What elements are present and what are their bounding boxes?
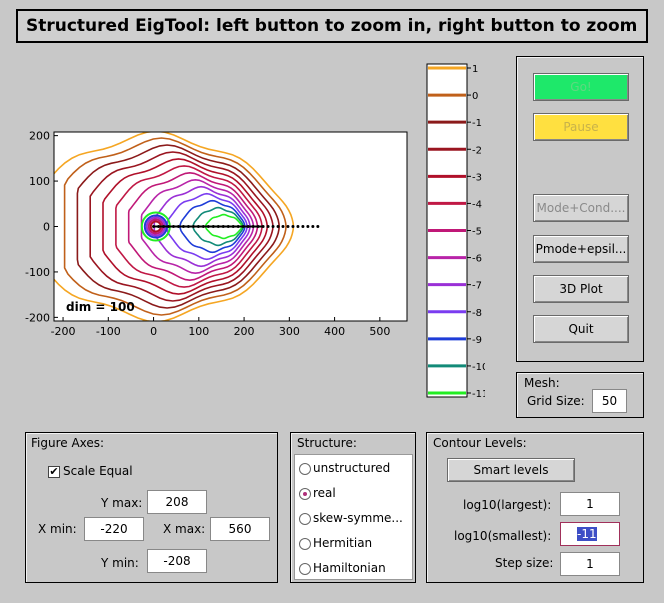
- structure-title: Structure:: [297, 436, 357, 450]
- ymin-input[interactable]: -208: [147, 549, 207, 573]
- eigenvalue-point: [311, 225, 315, 228]
- go-button[interactable]: Go!: [533, 73, 629, 101]
- xmin-input[interactable]: -220: [84, 517, 144, 541]
- x-tick-label: -200: [51, 325, 76, 338]
- colorbar-tick-label: -1: [472, 118, 482, 129]
- eigenvalue-point: [291, 225, 295, 228]
- y-tick-label: 200: [29, 130, 50, 143]
- eigenvalue-point: [306, 225, 310, 228]
- structure-option-hermitian[interactable]: Hermitian: [299, 536, 372, 550]
- pseudospectra-plot[interactable]: -200 -100 0 100 200 300 400 500 200 100 0 -100 -200 d…: [8, 128, 412, 346]
- colorbar-tick-label: -5: [472, 227, 482, 238]
- eigenvalue-point: [281, 225, 285, 228]
- xmax-input[interactable]: 560: [210, 517, 270, 541]
- figure-axes-title: Figure Axes:: [31, 436, 105, 450]
- dim-label: dim = 100: [66, 300, 135, 314]
- y-tick-label: 0: [43, 221, 50, 234]
- radio-icon: [299, 512, 311, 525]
- structure-option-unstructured[interactable]: unstructured: [299, 461, 390, 475]
- mesh-label: Mesh:: [524, 376, 560, 390]
- structure-option-label: Hermitian: [313, 536, 373, 550]
- colorbar-tick-label: -3: [472, 172, 482, 183]
- x-tick-label: -100: [96, 325, 121, 338]
- plot-mask: [407, 128, 412, 346]
- step-size-label: Step size:: [495, 556, 554, 570]
- xmin-label: X min:: [38, 522, 77, 536]
- structure-option-hamiltonian[interactable]: Hamiltonian: [299, 561, 386, 575]
- structure-option-label: Hamiltonian: [313, 561, 386, 575]
- structure-option-label: skew-symme...: [313, 511, 403, 525]
- eigenvalue-point: [316, 225, 320, 228]
- eigenvalue-point: [301, 225, 305, 228]
- smallest-input-value: -11: [577, 527, 597, 541]
- smallest-input[interactable]: -11: [560, 522, 620, 546]
- structure-option-label: real: [313, 486, 336, 500]
- radio-icon: [299, 462, 311, 475]
- contour-levels-title: Contour Levels:: [433, 436, 527, 450]
- colorbar-tick-label: -8: [472, 308, 482, 319]
- radio-icon: [299, 562, 311, 575]
- pause-button[interactable]: Pause: [533, 113, 629, 141]
- colorbar-tick-label: -7: [472, 281, 482, 292]
- colorbar: 1 0 -1 -2 -3 -4 -5 -6 -7 -8 -9 -10 -11: [425, 62, 488, 402]
- scale-equal-label: Scale Equal: [63, 464, 133, 478]
- eigenvalue-point: [296, 225, 300, 228]
- scale-equal-option[interactable]: ✔ Scale Equal: [48, 464, 133, 478]
- structure-list: unstructured real skew-symme... Hermitia…: [294, 454, 413, 580]
- colorbar-tick-label: -4: [472, 199, 482, 210]
- eigenvalue-point: [276, 225, 280, 228]
- colorbar-tick-label: -6: [472, 254, 482, 265]
- xmax-label: X max:: [163, 522, 206, 536]
- largest-label: log10(largest):: [463, 498, 552, 512]
- x-tick-label: 0: [150, 325, 157, 338]
- colorbar-tick-label: -10: [472, 362, 485, 373]
- grid-size-input[interactable]: 50: [592, 389, 627, 413]
- colorbar-tick-label: -2: [472, 145, 482, 156]
- mode-cond-button[interactable]: Mode+Cond....: [533, 194, 629, 222]
- 3d-plot-button[interactable]: 3D Plot: [533, 275, 629, 303]
- structure-option-real[interactable]: real: [299, 486, 336, 500]
- plot-mask: [8, 128, 412, 132]
- step-size-input[interactable]: 1: [560, 552, 620, 576]
- ymax-input[interactable]: 208: [147, 490, 207, 514]
- eigenvalue-point: [266, 225, 270, 228]
- smart-levels-button[interactable]: Smart levels: [447, 458, 575, 482]
- x-tick-label: 500: [369, 325, 390, 338]
- structure-option-skew-symmetric[interactable]: skew-symme...: [299, 511, 403, 525]
- ymax-label: Y max:: [101, 496, 143, 510]
- grid-size-label: Grid Size:: [527, 394, 585, 408]
- plot-svg[interactable]: -200 -100 0 100 200 300 400 500 200 100 0 -100 -200 d…: [8, 128, 412, 346]
- pmode-epsil-button[interactable]: Pmode+epsil...: [533, 235, 629, 263]
- ymin-label: Y min:: [101, 556, 139, 570]
- y-tick-label: 100: [29, 175, 50, 188]
- quit-button[interactable]: Quit: [533, 315, 629, 343]
- y-tick-label: -100: [25, 266, 50, 279]
- colorbar-tick-label: -11: [472, 389, 485, 400]
- window-title: Structured EigTool: left button to zoom …: [16, 9, 648, 43]
- largest-input[interactable]: 1: [560, 492, 620, 516]
- y-tick-label: -200: [25, 311, 50, 324]
- smallest-label: log10(smallest):: [454, 529, 552, 543]
- eigenvalue-point: [271, 225, 275, 228]
- eigenvalue-point: [286, 225, 290, 228]
- colorbar-tick-label: -9: [472, 335, 482, 346]
- scale-equal-checkbox[interactable]: ✔: [48, 465, 60, 478]
- radio-icon: [299, 537, 311, 550]
- radio-selected-icon: [299, 487, 311, 500]
- x-tick-label: 200: [234, 325, 255, 338]
- x-tick-label: 300: [279, 325, 300, 338]
- x-tick-label: 400: [324, 325, 345, 338]
- colorbar-svg: 1 0 -1 -2 -3 -4 -5 -6 -7 -8 -9 -10 -11: [426, 63, 488, 400]
- x-tick-label: 100: [188, 325, 209, 338]
- structure-option-label: unstructured: [313, 461, 391, 475]
- colorbar-tick-label: 0: [472, 91, 478, 102]
- colorbar-tick-label: 1: [472, 64, 478, 75]
